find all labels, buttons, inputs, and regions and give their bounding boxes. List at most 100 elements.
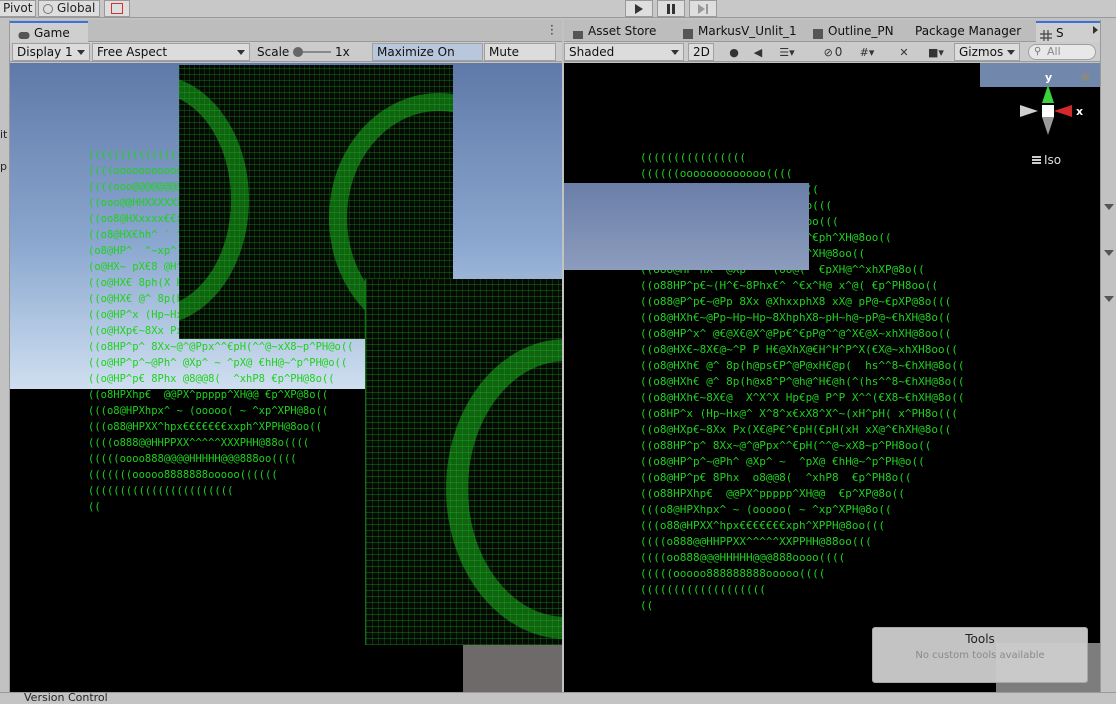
eye-slash-icon: ⊘ [823,45,833,59]
right-dock-strip [1100,20,1116,704]
game-viewport[interactable]: ((((((((((((((((((((((( ((((oooooooooooo… [10,63,562,692]
menu-lines-icon [1032,156,1041,164]
shopping-bag-icon [572,25,584,39]
tools-toggle[interactable]: ✕ [894,43,914,61]
chevron-down-icon [1007,50,1015,55]
scene-quad-overlay [564,183,809,270]
chevron-down-icon [237,50,245,55]
camera-dropdown[interactable]: ■▾ [920,43,952,61]
tools-subtitle: No custom tools available [915,650,1045,661]
lightbulb-icon: ● [729,45,739,59]
tab-label: S [1056,26,1064,40]
step-icon [698,3,705,14]
tab-label: Package Manager [915,24,1022,38]
orientation-gizmo[interactable]: y x [1016,71,1096,151]
gizmos-dropdown[interactable]: Gizmos [954,43,1020,61]
game-tab-label: Game [34,26,70,40]
collapse-arrow-icon[interactable] [1104,296,1114,302]
scale-value: 1x [335,45,350,59]
gizmos-label: Gizmos [959,45,1004,59]
left-strip-text-2: p [0,160,7,173]
play-icon [635,3,643,14]
shading-label: Shaded [569,45,615,59]
2d-toggle[interactable]: 2D [688,43,714,61]
step-bar-icon [706,3,708,14]
left-dock-strip: it p [0,20,10,704]
grid-icon [1040,27,1052,41]
maximize-on-play-toggle[interactable]: Maximize On Play [372,43,483,76]
axis-y-cone-icon [1042,85,1054,103]
axis-y-label: y [1045,71,1053,84]
axis-neg-y-cone-icon [1042,117,1054,135]
tab-asset-store[interactable]: Asset Store [564,21,674,42]
tab-label: Asset Store [588,24,657,38]
audio-toggle[interactable]: ◀ [748,43,768,61]
material-icon [682,25,694,39]
tab-material[interactable]: MarkusV_Unlit_1 [674,21,810,42]
ascii-cube [365,279,562,645]
grid-toggle-icon: #▾ [859,45,875,59]
global-label: Global [57,1,96,15]
effects-dropdown[interactable]: ☰▾ [772,43,802,61]
display-label: Display 1 [17,45,73,59]
mute-audio-toggle[interactable]: Mute Audio [484,43,556,76]
scale-slider[interactable] [293,47,331,57]
camera-icon: ■▾ [928,45,944,59]
aspect-dropdown[interactable]: Free Aspect [92,43,250,61]
lock-icon[interactable] [1082,73,1089,81]
scale-slider-thumb[interactable] [293,47,303,57]
step-button[interactable] [689,0,717,17]
projection-toggle[interactable]: Iso [1032,153,1072,169]
speaker-icon: ◀ [753,45,763,59]
main-toolbar: Pivot Global [0,0,1116,18]
editor-window: Pivot Global it p Game · · · Display 1 F… [0,0,1116,704]
axis-x-cone-icon [1054,105,1072,117]
projection-label: Iso [1044,153,1062,167]
game-more-icon[interactable]: · · · [550,20,554,40]
grid-snap-button[interactable] [104,0,130,17]
pivot-toggle[interactable]: Pivot [0,0,36,17]
left-strip-text: it [0,128,8,141]
tab-label: MarkusV_Unlit_1 [698,24,797,38]
hidden-objects-toggle[interactable]: ⊘ 0 [820,43,846,61]
gizmo-center-cube[interactable] [1042,105,1054,117]
bottom-status-bar: Version Control [0,691,1116,704]
tab-label: Outline_PN [828,24,894,38]
global-toggle[interactable]: Global [38,0,100,17]
collapse-arrow-icon[interactable] [1104,250,1114,256]
tab-scroll-right-icon[interactable] [1093,26,1098,34]
search-icon: ⚲ [1034,46,1042,57]
scene-search-field[interactable]: ⚲ All [1028,44,1096,60]
pause-icon [667,3,675,14]
game-controller-icon [18,27,30,39]
lighting-toggle[interactable]: ● [724,43,744,61]
shading-mode-dropdown[interactable]: Shaded [564,43,684,61]
display-dropdown[interactable]: Display 1 [12,43,90,61]
axis-x-label: x [1076,105,1084,118]
hidden-count: 0 [834,45,843,59]
tab-package-manager[interactable]: Package Manager [891,21,1021,42]
tools-overlay[interactable]: Tools No custom tools available [872,627,1088,683]
version-control-label[interactable]: Version Control [24,691,108,704]
grid-dropdown[interactable]: #▾ [850,43,884,61]
game-options-bar: Display 1 Free Aspect Scale 1x Maximize … [10,42,562,76]
axis-neg-x-cone-icon [1020,105,1038,117]
collapse-arrow-icon[interactable] [1104,204,1114,210]
globe-icon [43,4,53,14]
chevron-down-icon [77,50,85,55]
search-placeholder: All [1047,45,1061,58]
play-button[interactable] [625,0,653,17]
scale-label: Scale [257,45,290,59]
scene-tabbar: Asset Store MarkusV_Unlit_1 Outline_PN P… [564,20,1100,42]
tab-game[interactable]: Game [10,21,88,42]
scene-options-bar: Shaded 2D ● ◀ ☰▾ ⊘ 0 #▾ ✕ ■▾ Gizmos ⚲ All [564,42,1100,62]
scene-viewport[interactable]: (((((((((((((((( ((((((ooooooooooooo((((… [564,63,1100,692]
pause-button[interactable] [657,0,685,17]
wrench-icon: ✕ [899,45,909,59]
tab-scene[interactable]: S [1036,21,1100,42]
grid-snap-icon [111,3,123,14]
aspect-label: Free Aspect [97,45,168,59]
chevron-down-icon [671,50,679,55]
pivot-label: Pivot [3,1,33,15]
material-icon [812,25,824,39]
